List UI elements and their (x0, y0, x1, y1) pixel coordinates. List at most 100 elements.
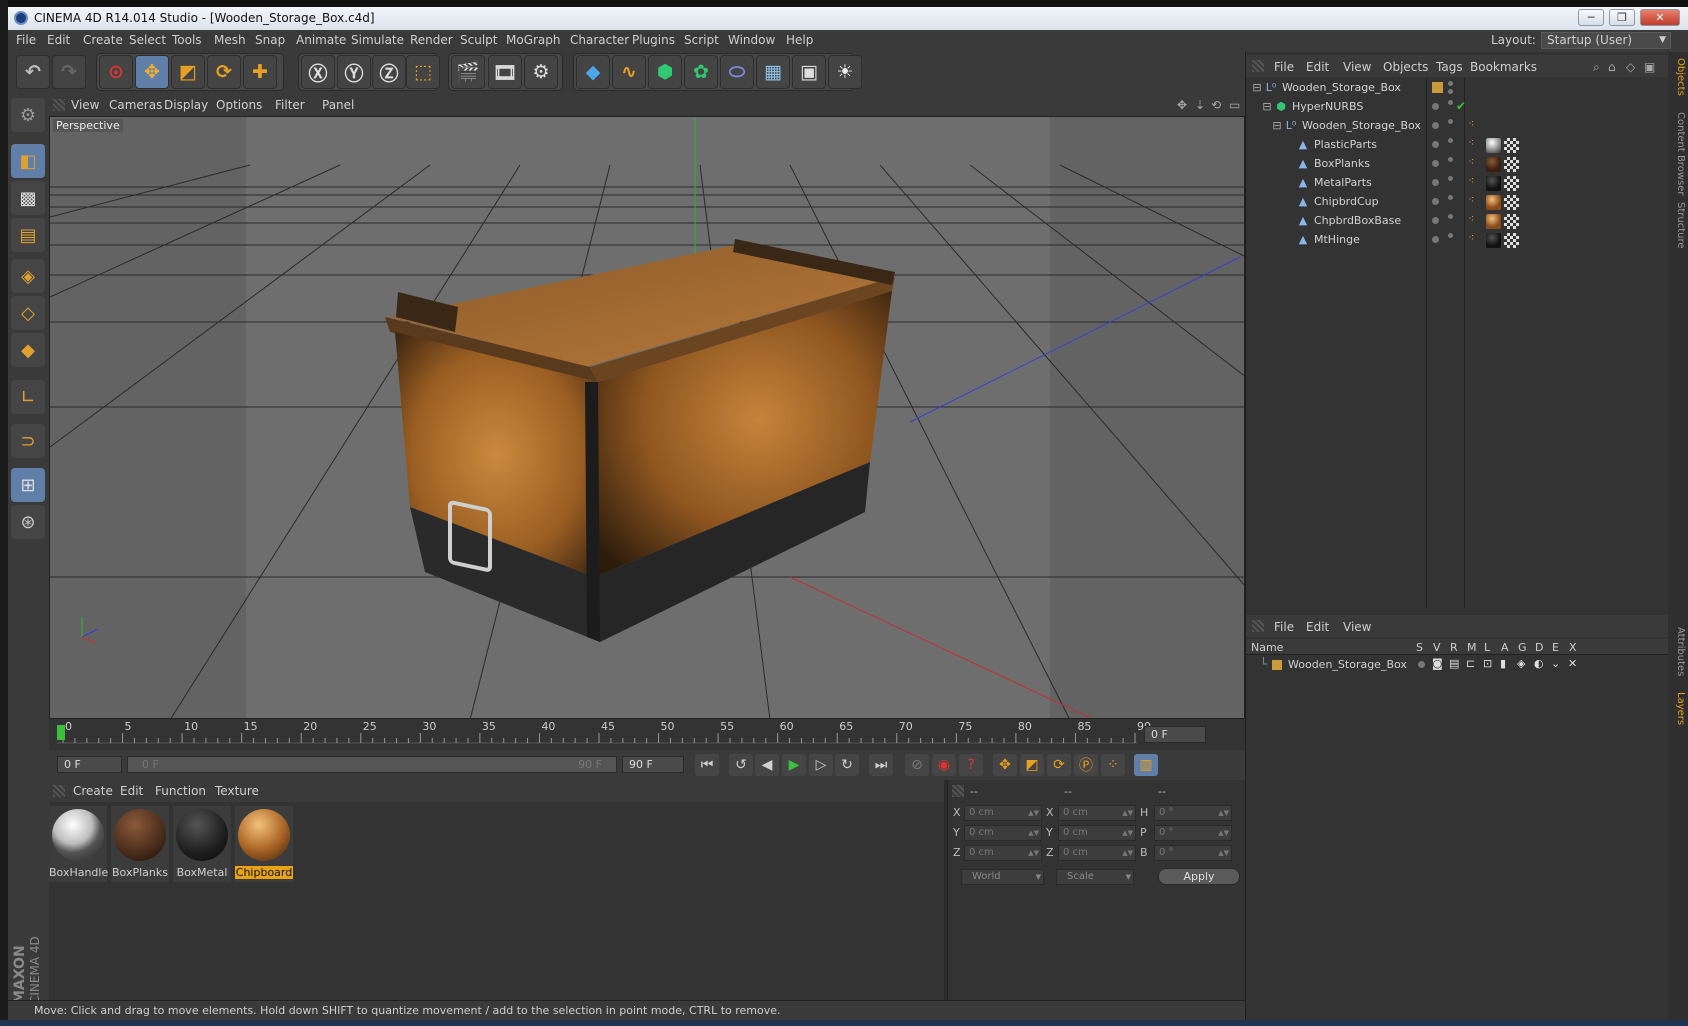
layer-col-view[interactable]: V (1433, 641, 1441, 654)
material-tag-boxhandle[interactable] (1486, 138, 1501, 153)
model-mode-button[interactable]: ◧ (11, 144, 45, 178)
deformer-button[interactable]: ⬭ (720, 55, 754, 89)
editor-visibility-dot[interactable] (1448, 81, 1453, 86)
material-tag-boxmetal[interactable] (1486, 233, 1501, 248)
material-swatch-chipboard[interactable]: Chipboard (235, 806, 293, 882)
autokey-button[interactable]: ◉ (932, 754, 956, 776)
layers-menu-view[interactable]: View (1343, 620, 1371, 634)
make-editable-button[interactable]: ⚙ (11, 98, 45, 132)
cube-primitive-button[interactable]: ◆ (576, 55, 610, 89)
render-icon[interactable]: ▤ (1449, 657, 1459, 670)
close-button[interactable]: ✕ (1640, 9, 1680, 26)
coordinate-mode-dropdown[interactable]: World ▼ (961, 869, 1044, 885)
menu-simulate[interactable]: Simulate (351, 30, 404, 47)
objects-menu-file[interactable]: File (1274, 60, 1294, 74)
panel-grip-icon[interactable] (53, 785, 65, 797)
panel-grip-icon[interactable] (1252, 60, 1264, 72)
layer-color-swatch[interactable] (1272, 660, 1282, 670)
material-menu-texture[interactable]: Texture (215, 784, 259, 798)
scale-tool-button[interactable]: ◩ (171, 55, 205, 89)
xref-icon[interactable]: ✕ (1568, 657, 1577, 670)
eye-icon[interactable]: ◙ (1432, 657, 1443, 670)
editor-visibility-dot[interactable] (1448, 157, 1453, 162)
objects-menu-bookmarks[interactable]: Bookmarks (1470, 60, 1537, 74)
home-icon[interactable]: ⌂ (1608, 60, 1616, 74)
new-view-icon[interactable]: ▣ (1644, 60, 1655, 74)
tree-row[interactable]: ⊟ ⬢ HyperNURBS ✔ (1246, 97, 1666, 117)
end-frame-field[interactable]: 90 F (622, 756, 684, 773)
animation-icon[interactable]: ▮ (1500, 657, 1506, 670)
layer-col-name[interactable]: Name (1251, 641, 1283, 654)
current-frame-field[interactable]: 0 F (1144, 726, 1206, 743)
panel-grip-icon[interactable] (952, 785, 964, 797)
material-swatch-boxmetal[interactable]: BoxMetal (173, 806, 231, 882)
menu-character[interactable]: Character (570, 30, 629, 47)
rot-h-field[interactable]: 0 ° ▲▼ (1154, 805, 1232, 821)
key-scale-button[interactable]: ◩ (1020, 754, 1044, 776)
object-axis-button[interactable]: ∟ (11, 380, 45, 414)
key-pla-button[interactable]: ⁘ (1101, 754, 1125, 776)
texture-mode-button[interactable]: ▩ (11, 181, 45, 215)
floor-button[interactable]: ▦ (756, 55, 790, 89)
dolly-view-icon[interactable]: ⇣ (1195, 98, 1205, 112)
menu-file[interactable]: File (16, 30, 36, 47)
timeline-ruler[interactable]: 051015202530354045505560657075808590 0 F (49, 719, 1245, 750)
enabled-check-icon[interactable]: ✔ (1456, 99, 1466, 113)
menu-mesh[interactable]: Mesh (214, 30, 246, 47)
visibility-dot[interactable] (1432, 122, 1439, 129)
deformer-icon[interactable]: ◐ (1534, 657, 1544, 670)
editor-visibility-dot[interactable] (1448, 176, 1453, 181)
uvw-tag-icon[interactable] (1504, 233, 1519, 248)
uvw-tag-icon[interactable] (1504, 214, 1519, 229)
editor-visibility-dot[interactable] (1448, 195, 1453, 200)
render-settings-button[interactable]: ⚙ (524, 55, 558, 89)
layer-solo-toggle[interactable] (1418, 661, 1425, 668)
layer-col-locked[interactable]: L (1484, 641, 1490, 654)
size-mode-dropdown[interactable]: Scale ▼ (1056, 869, 1134, 885)
point-mode-button[interactable]: ◈ (11, 259, 45, 293)
phong-tag-icon[interactable]: ⁖ (1468, 136, 1474, 149)
redo-button[interactable]: ↷ (52, 55, 86, 89)
expression-icon[interactable]: ⌄ (1551, 657, 1560, 670)
collapse-icon[interactable]: ⊟ (1270, 119, 1284, 133)
menu-snap[interactable]: Snap (255, 30, 285, 47)
tree-row[interactable]: ▲ MetalParts ⁖ (1246, 173, 1666, 193)
visibility-dot[interactable] (1432, 160, 1439, 167)
phong-tag-icon[interactable]: ⁖ (1468, 117, 1474, 130)
key-rotation-button[interactable]: ⟳ (1047, 754, 1071, 776)
maximize-button[interactable]: ❐ (1609, 9, 1635, 26)
menu-animate[interactable]: Animate (296, 30, 346, 47)
tab-attributes[interactable]: Attributes (1670, 627, 1686, 676)
layout-dropdown[interactable]: Startup (User) ▼ (1541, 32, 1671, 49)
material-tag-boxplanks[interactable] (1486, 157, 1501, 172)
z-axis-lock-button[interactable]: Ⓩ (372, 55, 406, 89)
record-active-button[interactable]: ⊘ (905, 754, 929, 776)
editor-visibility-dot[interactable] (1448, 214, 1453, 219)
visibility-dot[interactable] (1432, 103, 1439, 110)
rot-p-field[interactable]: 0 ° ▲▼ (1154, 825, 1232, 841)
spline-button[interactable]: ∿ (612, 55, 646, 89)
playhead-marker[interactable] (57, 725, 65, 740)
tree-row[interactable]: ▲ PlasticParts ⁖ (1246, 135, 1666, 155)
editor-visibility-dot[interactable] (1448, 233, 1453, 238)
pos-y-field[interactable]: 0 cm ▲▼ (964, 825, 1042, 841)
objects-menu-view[interactable]: View (1343, 60, 1371, 74)
size-z-field[interactable]: 0 cm ▲▼ (1058, 845, 1136, 861)
nurbs-button[interactable]: ⬢ (648, 55, 682, 89)
tree-row[interactable]: ▲ MtHinge ⁖ (1246, 230, 1666, 250)
array-button[interactable]: ✿ (684, 55, 718, 89)
pan-view-icon[interactable]: ✥ (1177, 98, 1187, 112)
manager-icon[interactable]: ⊏ (1466, 657, 1475, 670)
tree-row[interactable]: ⊟ L⁰ Wooden_Storage_Box (1246, 78, 1666, 98)
polygon-mode-button[interactable]: ◆ (11, 333, 45, 367)
phong-tag-icon[interactable]: ⁖ (1468, 193, 1474, 206)
material-menu-edit[interactable]: Edit (120, 784, 143, 798)
workplane-lock-button[interactable]: ⊞ (11, 468, 45, 502)
visibility-dot[interactable] (1432, 236, 1439, 243)
editor-visibility-dot[interactable] (1448, 100, 1453, 105)
pos-x-field[interactable]: 0 cm ▲▼ (964, 805, 1042, 821)
visibility-dot[interactable] (1432, 217, 1439, 224)
menu-mograph[interactable]: MoGraph (506, 30, 561, 47)
uvw-tag-icon[interactable] (1504, 195, 1519, 210)
menu-sculpt[interactable]: Sculpt (460, 30, 497, 47)
